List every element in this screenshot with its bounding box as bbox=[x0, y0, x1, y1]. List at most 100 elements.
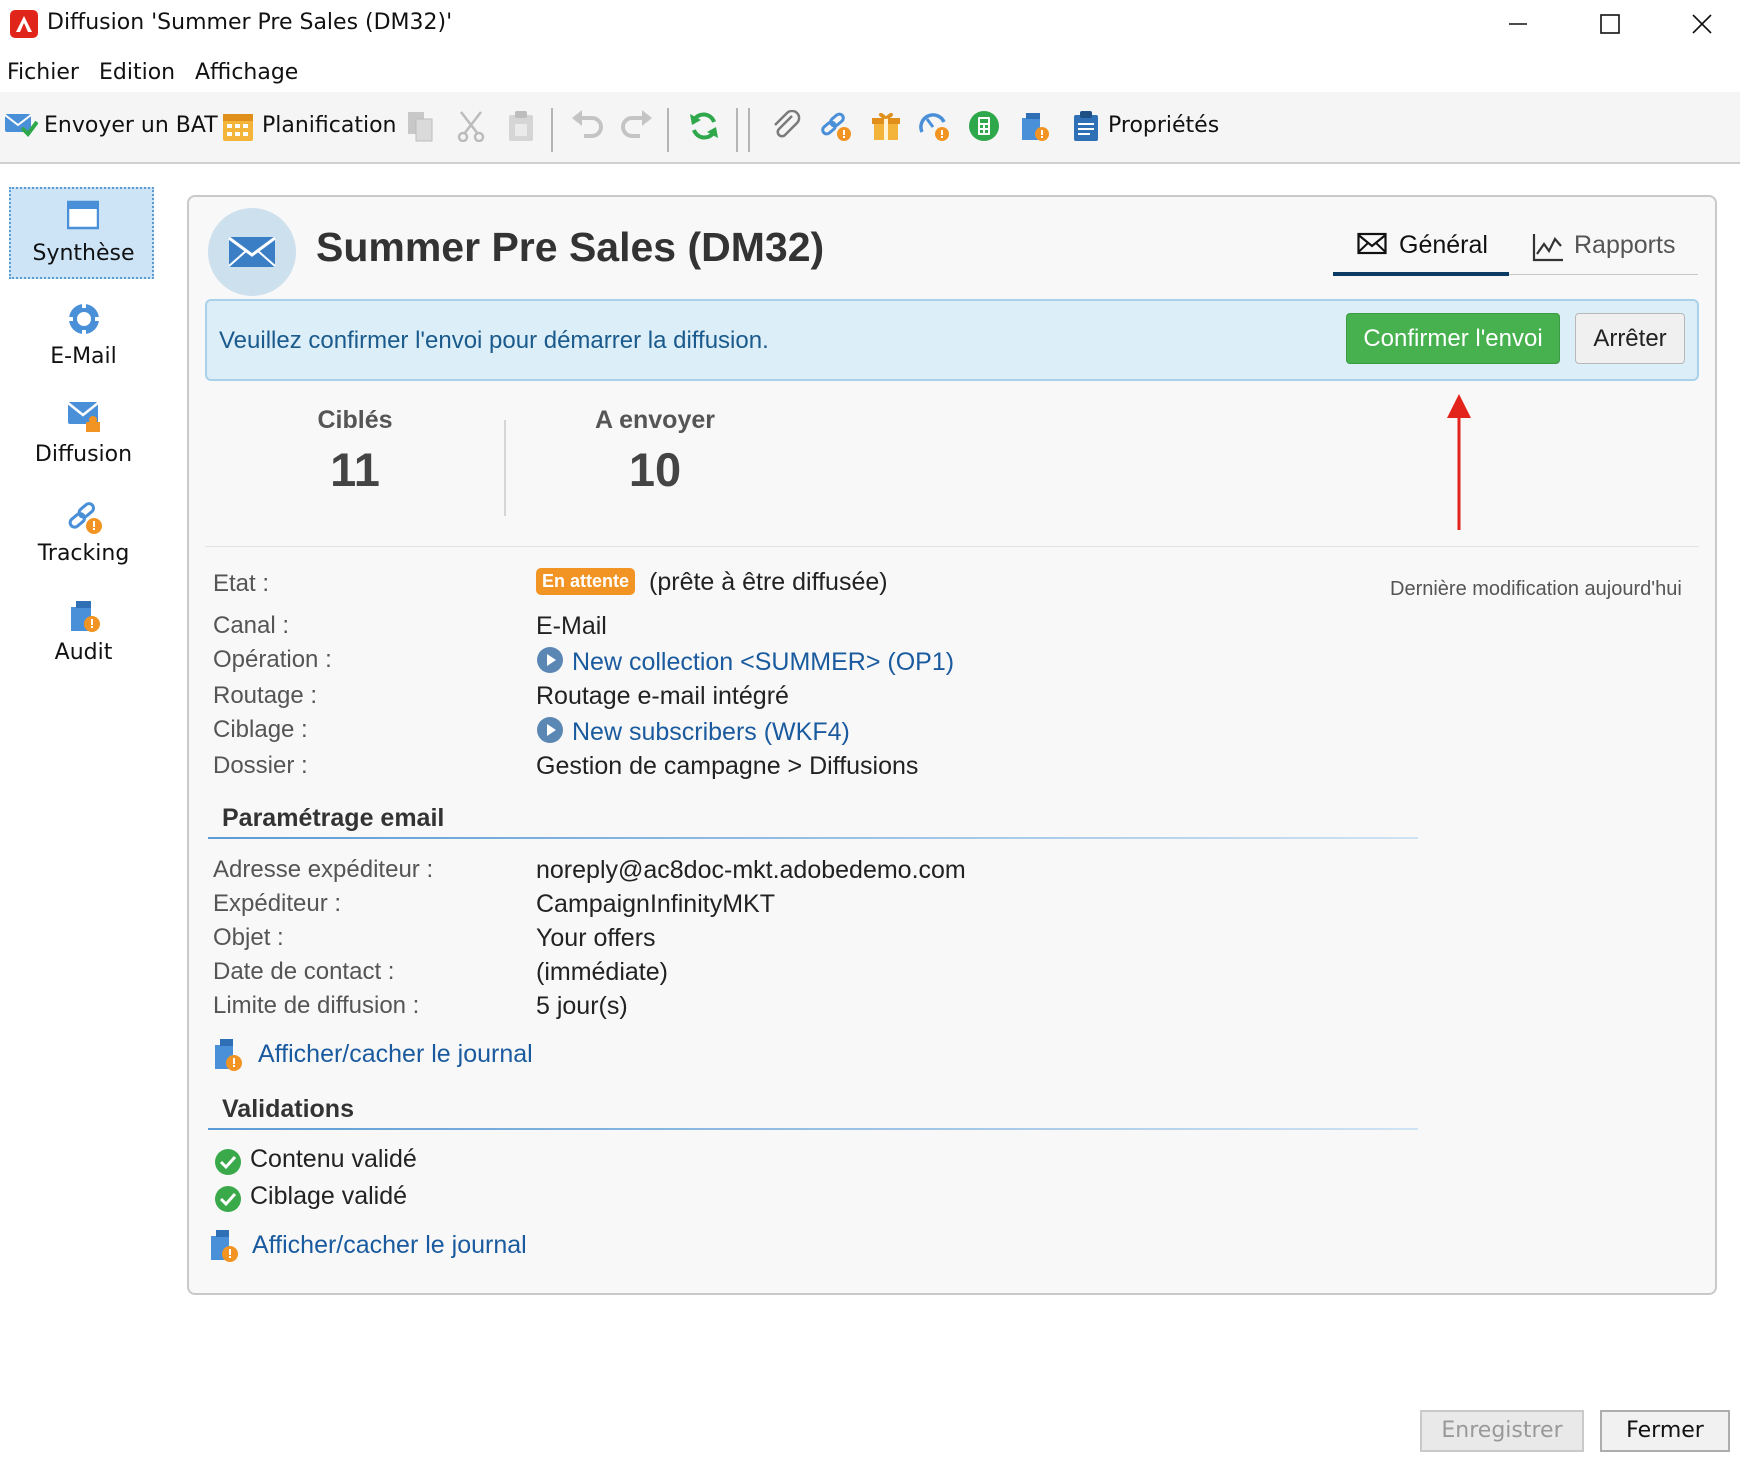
email-channel-icon bbox=[67, 302, 101, 336]
targeted-label: Ciblés bbox=[317, 406, 393, 434]
operation-link[interactable]: New collection <SUMMER> (OP1) bbox=[536, 646, 954, 677]
refresh-icon bbox=[690, 112, 718, 140]
copy-icon bbox=[408, 112, 433, 142]
send-proof-button[interactable]: Envoyer un BAT bbox=[4, 104, 218, 148]
summary-icon bbox=[67, 200, 99, 230]
last-modified: Dernière modification aujourd'hui bbox=[1390, 578, 1682, 600]
check-circle-icon bbox=[215, 1149, 241, 1175]
toolbar-separator bbox=[736, 108, 738, 152]
page-title: Summer Pre Sales (DM32) bbox=[316, 224, 825, 270]
delivery-limit-value: 5 jour(s) bbox=[536, 992, 628, 1020]
document-warning-icon bbox=[1022, 113, 1049, 141]
email-settings-title: Paramétrage email bbox=[222, 804, 445, 832]
check-circle-icon bbox=[215, 1186, 241, 1212]
tab-rapports[interactable]: Rapports bbox=[1532, 226, 1692, 276]
menu-bar: Fichier Edition Affichage bbox=[0, 52, 1740, 92]
tracked-links-button[interactable] bbox=[820, 104, 854, 148]
menu-affichage[interactable]: Affichage bbox=[195, 60, 298, 85]
contact-date-label: Date de contact : bbox=[213, 958, 395, 985]
operation-label: Opération : bbox=[213, 646, 332, 673]
tracking-icon bbox=[68, 502, 102, 534]
nav-item-tracking[interactable]: Tracking bbox=[9, 487, 154, 579]
toolbar-separator bbox=[748, 108, 750, 152]
active-tab-indicator bbox=[1333, 272, 1509, 276]
audit-icon bbox=[71, 601, 100, 632]
document-warning-icon bbox=[215, 1039, 242, 1071]
state-label: Etat : bbox=[213, 570, 270, 597]
menu-fichier[interactable]: Fichier bbox=[7, 60, 79, 85]
targeting-label: Ciblage : bbox=[213, 716, 308, 743]
close-button[interactable]: Fermer bbox=[1600, 1410, 1730, 1452]
close-window-button[interactable] bbox=[1672, 0, 1732, 48]
play-icon bbox=[537, 647, 563, 673]
tab-general[interactable]: Général bbox=[1357, 226, 1497, 276]
analyze-button[interactable] bbox=[968, 104, 1002, 148]
calendar-icon bbox=[223, 114, 253, 141]
clipboard-paste-icon bbox=[509, 111, 533, 141]
chart-icon bbox=[1532, 234, 1563, 262]
paste-button[interactable] bbox=[506, 104, 538, 148]
approval-button[interactable] bbox=[918, 104, 952, 148]
toolbar-separator bbox=[667, 108, 669, 152]
schedule-button[interactable]: Planification bbox=[222, 104, 397, 148]
refresh-button[interactable] bbox=[688, 104, 722, 148]
delivery-avatar bbox=[208, 208, 296, 296]
audit-toolbar-button[interactable] bbox=[1018, 104, 1052, 148]
to-send-value: 10 bbox=[628, 443, 682, 496]
content-validated-row: Contenu validé bbox=[214, 1145, 454, 1175]
toggle-journal-link[interactable]: Afficher/cacher le journal bbox=[209, 1229, 529, 1263]
banner-message: Veuillez confirmer l'envoi pour démarrer… bbox=[219, 327, 769, 354]
channel-value: E-Mail bbox=[536, 612, 607, 640]
contact-date-value: (immédiate) bbox=[536, 958, 668, 986]
properties-button[interactable]: Propriétés bbox=[1072, 104, 1232, 148]
nav-item-email[interactable]: E-Mail bbox=[9, 290, 154, 382]
to-send-label: A envoyer bbox=[595, 406, 715, 434]
folder-label: Dossier : bbox=[213, 752, 308, 779]
cut-button[interactable] bbox=[456, 104, 488, 148]
attachment-button[interactable] bbox=[770, 104, 804, 148]
subject-value: Your offers bbox=[536, 924, 656, 952]
paperclip-icon bbox=[774, 110, 801, 138]
validations-title: Validations bbox=[222, 1095, 354, 1123]
toggle-journal-link[interactable]: Afficher/cacher le journal bbox=[213, 1038, 533, 1072]
copy-button[interactable] bbox=[406, 104, 438, 148]
sender-value: CampaignInfinityMKT bbox=[536, 890, 775, 918]
minimize-button[interactable] bbox=[1488, 0, 1548, 48]
routing-label: Routage : bbox=[213, 682, 318, 709]
nav-item-synthese[interactable]: Synthèse bbox=[9, 187, 154, 279]
annotation-arrow bbox=[1447, 394, 1471, 530]
gift-icon bbox=[872, 112, 900, 140]
sender-address-label: Adresse expéditeur : bbox=[213, 856, 434, 883]
section-rule bbox=[208, 1128, 1418, 1130]
title-bar: Diffusion 'Summer Pre Sales (DM32)' bbox=[0, 0, 1740, 50]
stop-button[interactable]: Arrêter bbox=[1575, 313, 1685, 364]
targeting-validated-row: Ciblage validé bbox=[214, 1182, 454, 1212]
menu-edition[interactable]: Edition bbox=[99, 60, 175, 85]
targeting-link[interactable]: New subscribers (WKF4) bbox=[536, 716, 850, 747]
maximize-button[interactable] bbox=[1580, 0, 1640, 48]
folder-value: Gestion de campagne > Diffusions bbox=[536, 752, 919, 780]
section-rule bbox=[208, 837, 1418, 839]
status-badge: En attente bbox=[536, 568, 636, 595]
sender-label: Expéditeur : bbox=[213, 890, 342, 917]
undo-icon bbox=[572, 110, 603, 138]
envelope-icon bbox=[1357, 232, 1387, 255]
redo-icon bbox=[621, 110, 652, 138]
offers-button[interactable] bbox=[870, 104, 904, 148]
undo-button[interactable] bbox=[570, 104, 606, 148]
save-button[interactable]: Enregistrer bbox=[1420, 1410, 1584, 1452]
scissors-icon bbox=[457, 111, 485, 142]
stats-separator bbox=[504, 420, 506, 516]
redo-button[interactable] bbox=[620, 104, 656, 148]
channel-label: Canal : bbox=[213, 612, 290, 639]
document-warning-icon bbox=[211, 1230, 238, 1262]
confirm-send-button[interactable]: Confirmer l'envoi bbox=[1346, 313, 1560, 364]
clipboard-properties-icon bbox=[1074, 111, 1098, 141]
nav-item-diffusion[interactable]: Diffusion bbox=[9, 388, 154, 480]
nav-item-audit[interactable]: Audit bbox=[9, 586, 154, 678]
divider bbox=[205, 546, 1699, 547]
gauge-icon bbox=[919, 113, 949, 141]
adobe-logo-icon bbox=[10, 10, 38, 38]
window-title: Diffusion 'Summer Pre Sales (DM32)' bbox=[47, 10, 453, 35]
delivery-limit-label: Limite de diffusion : bbox=[213, 992, 420, 1019]
